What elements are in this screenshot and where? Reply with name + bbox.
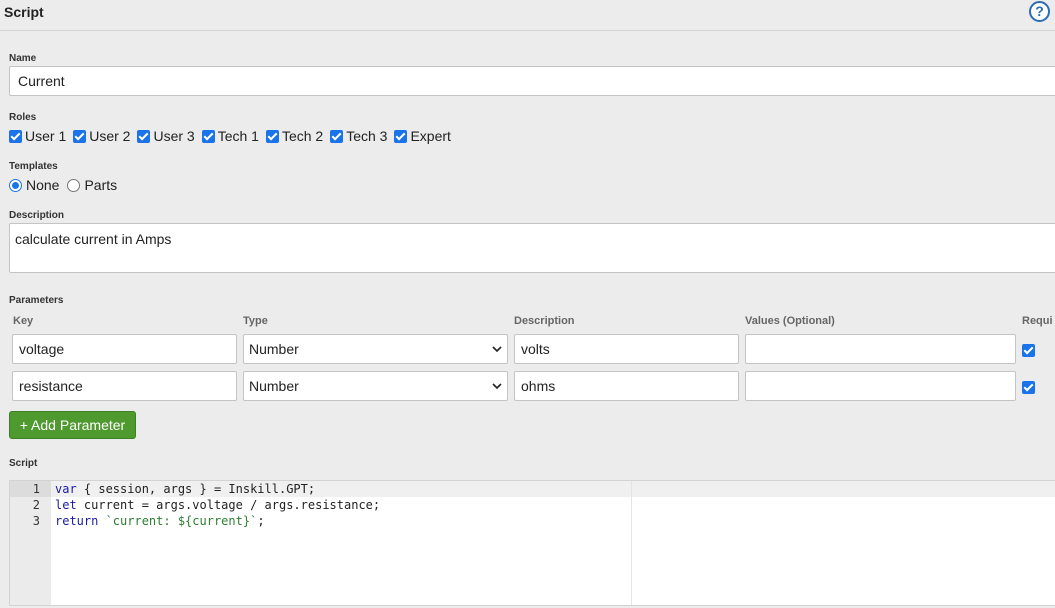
param-type-select[interactable]: Number	[243, 371, 508, 401]
checkbox-checked-icon[interactable]	[9, 129, 22, 143]
line-number: 3	[32, 514, 40, 528]
chevron-down-icon	[492, 346, 502, 353]
code-line[interactable]: return `current: ${current}`;	[55, 513, 265, 529]
column-type: Type	[243, 315, 268, 327]
param-required-checkbox[interactable]	[1022, 344, 1035, 357]
template-option-none[interactable]: None	[9, 177, 59, 193]
checkbox-checked-icon[interactable]	[394, 129, 408, 143]
column-description: Description	[514, 315, 575, 327]
chevron-down-icon	[492, 383, 502, 390]
templates-group: None Parts	[9, 176, 125, 194]
role-tech-1[interactable]: Tech 1	[201, 128, 259, 144]
help-icon[interactable]: ?	[1029, 1, 1050, 22]
page-title: Script	[4, 4, 44, 20]
line-number: 2	[32, 498, 40, 512]
param-type-select[interactable]: Number	[243, 334, 508, 364]
roles-group: User 1 User 2 User 3 Tech 1 Tech 2 Tech …	[9, 127, 458, 145]
radio-selected-icon[interactable]	[9, 178, 22, 192]
templates-label: Templates	[9, 161, 58, 172]
roles-label: Roles	[9, 112, 37, 123]
role-user-2[interactable]: User 2	[73, 128, 130, 144]
param-required-checkbox[interactable]	[1022, 381, 1035, 394]
checkbox-checked-icon[interactable]	[73, 129, 87, 143]
code-line[interactable]: var { session, args } = Inskill.GPT;	[55, 481, 315, 497]
param-values-input[interactable]	[745, 371, 1016, 401]
column-required: Requi	[1022, 315, 1053, 327]
add-parameter-button[interactable]: + Add Parameter	[9, 411, 136, 439]
param-key-input[interactable]: voltage	[12, 334, 237, 364]
param-values-input[interactable]	[745, 334, 1016, 364]
line-number: 1	[32, 482, 40, 496]
panel-header: Script ?	[0, 0, 1055, 31]
parameters-label: Parameters	[9, 295, 64, 306]
role-tech-2[interactable]: Tech 2	[265, 128, 323, 144]
checkbox-checked-icon[interactable]	[330, 129, 344, 143]
script-label: Script	[9, 458, 38, 469]
description-label: Description	[9, 210, 65, 221]
print-margin	[631, 481, 632, 605]
name-input[interactable]: Current	[9, 66, 1055, 96]
script-editor[interactable]: 1 2 3 var { session, args } = Inskill.GP…	[9, 480, 1055, 606]
checkbox-checked-icon[interactable]	[265, 129, 279, 143]
column-values: Values (Optional)	[745, 315, 835, 327]
checkbox-checked-icon[interactable]	[137, 129, 151, 143]
role-expert[interactable]: Expert	[394, 128, 451, 144]
param-description-input[interactable]: volts	[514, 334, 739, 364]
template-option-parts[interactable]: Parts	[67, 177, 117, 193]
checkbox-checked-icon[interactable]	[201, 129, 215, 143]
role-user-3[interactable]: User 3	[137, 128, 195, 144]
name-label: Name	[9, 53, 37, 64]
code-line[interactable]: let current = args.voltage / args.resist…	[55, 497, 380, 513]
role-tech-3[interactable]: Tech 3	[330, 128, 387, 144]
role-user-1[interactable]: User 1	[9, 128, 66, 144]
column-key: Key	[13, 315, 34, 327]
param-description-input[interactable]: ohms	[514, 371, 739, 401]
param-key-input[interactable]: resistance	[12, 371, 237, 401]
radio-unselected-icon[interactable]	[67, 178, 81, 192]
description-textarea[interactable]: calculate current in Amps	[9, 223, 1055, 273]
